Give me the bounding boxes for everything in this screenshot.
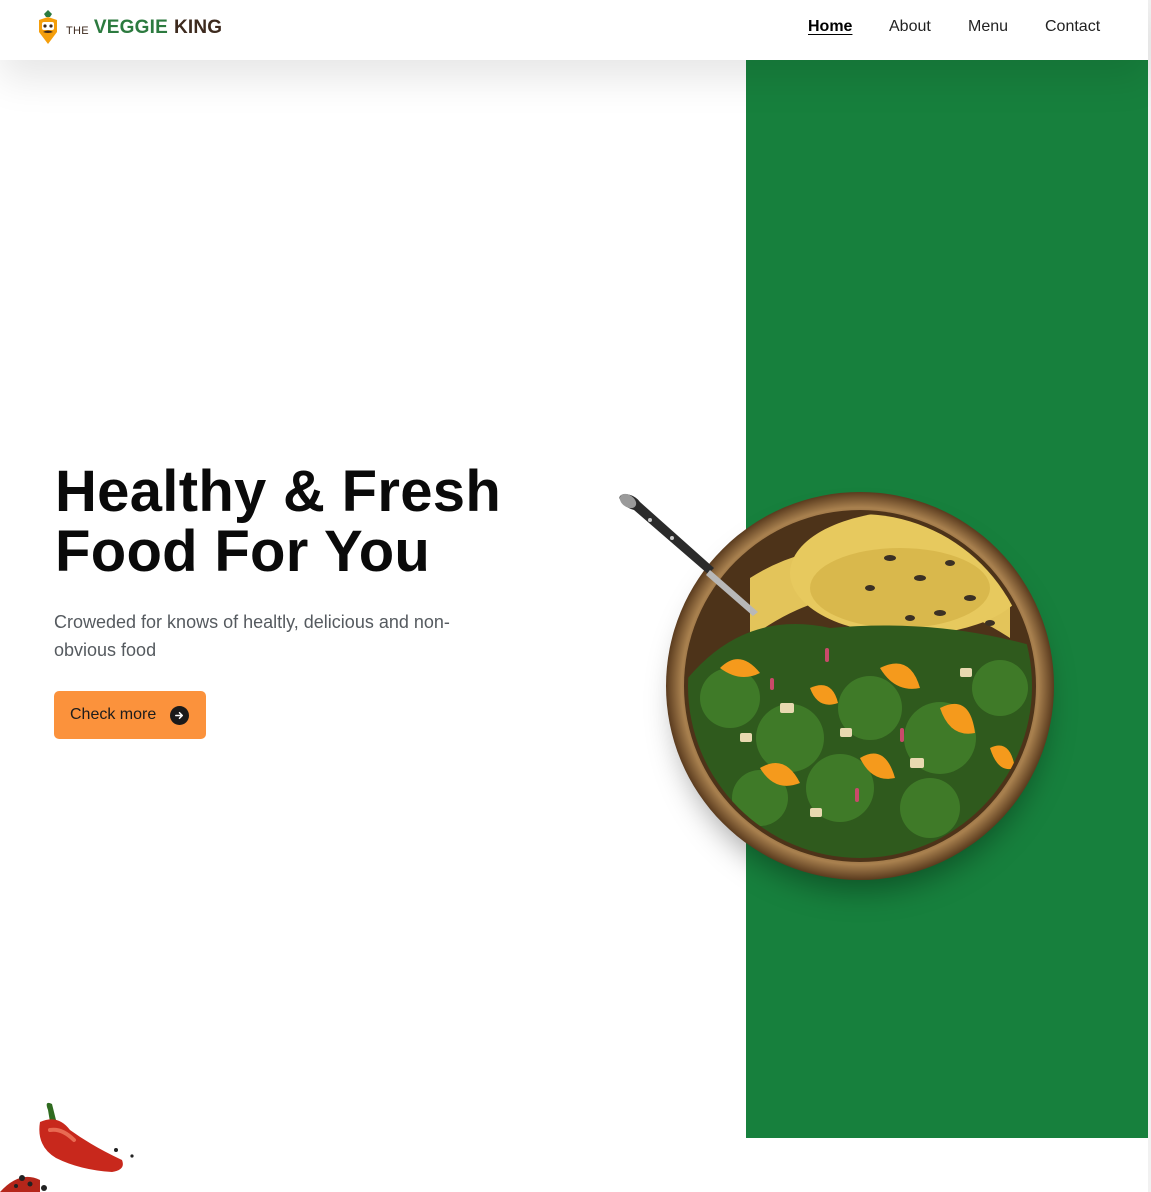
hero-subtitle: Croweded for knows of healtly, delicious… bbox=[54, 612, 450, 660]
nav-menu-link[interactable]: Menu bbox=[968, 18, 1008, 36]
hero-title-line-2: Food For You bbox=[55, 519, 431, 584]
landing-page: THE VEGGIE KING Home About Menu Contact … bbox=[0, 0, 1151, 1192]
hero-title-line-1: Healthy & Fresh bbox=[55, 459, 502, 524]
salad-bowl-illustration bbox=[619, 492, 1054, 880]
nav-contact-link[interactable]: Contact bbox=[1045, 18, 1100, 36]
main-nav: Home About Menu Contact bbox=[0, 18, 1148, 40]
check-more-button[interactable]: Check more bbox=[54, 691, 206, 739]
nav-about-link[interactable]: About bbox=[889, 18, 931, 36]
check-more-label: Check more bbox=[70, 706, 157, 723]
nav-home-link[interactable]: Home bbox=[808, 18, 852, 36]
site-header: THE VEGGIE KING Home About Menu Contact bbox=[0, 0, 1148, 60]
chili-pepper-image bbox=[0, 1102, 134, 1192]
arrow-right-circle-icon bbox=[170, 705, 190, 725]
salad-bowl-image bbox=[610, 488, 1060, 888]
hero-title: Healthy & Fresh Food For You bbox=[55, 462, 575, 582]
